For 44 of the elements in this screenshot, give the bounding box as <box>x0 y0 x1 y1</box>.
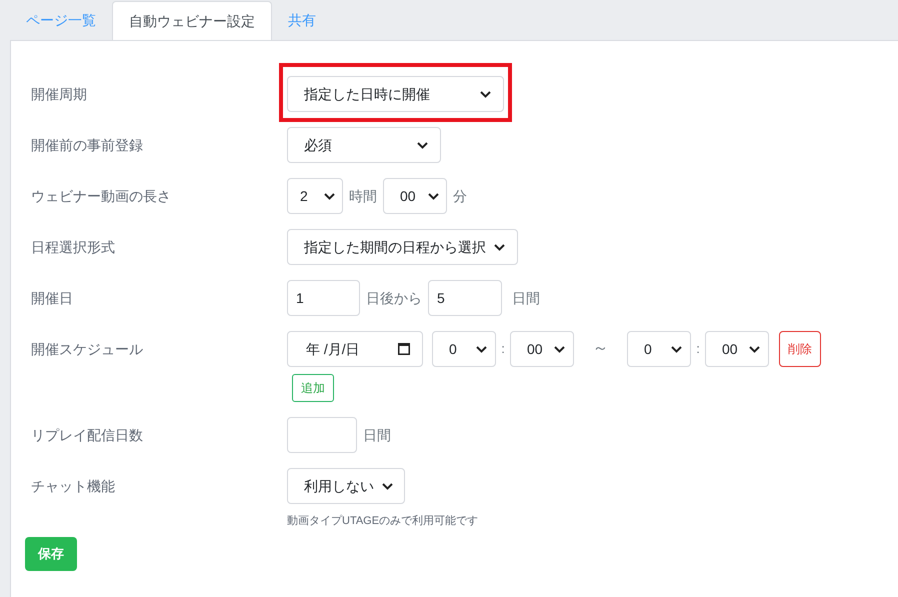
select-field[interactable]: 0 <box>432 331 496 367</box>
unit-label: 日間 <box>363 426 391 444</box>
select-field[interactable]: 2 <box>287 178 343 214</box>
unit-label: 日後から <box>366 288 422 308</box>
field-label: チャット機能 <box>31 476 116 496</box>
help-text: 動画タイプUTAGEのみで利用可能です <box>287 514 478 529</box>
select-field[interactable]: 0 <box>627 331 691 367</box>
chevron-down-icon <box>480 90 491 98</box>
select-field[interactable]: 00 <box>383 178 447 214</box>
chevron-down-icon <box>476 346 487 352</box>
input-field[interactable]: 5 <box>428 280 502 316</box>
field-label: 開催周期 <box>31 84 88 104</box>
input-field[interactable]: 1 <box>287 280 360 316</box>
chevron-down-icon <box>494 244 505 250</box>
field-label: リプレイ配信日数 <box>31 426 144 444</box>
select-field[interactable]: 指定した期間の日程から選択 <box>287 229 518 265</box>
select-field[interactable]: 指定した日時に開催 <box>287 76 504 112</box>
chevron-down-icon <box>428 192 439 200</box>
delete-button[interactable]: 削除 <box>779 331 821 367</box>
chevron-down-icon <box>749 346 760 352</box>
select-field[interactable]: 00 <box>510 331 574 367</box>
field-label: 開催スケジュール <box>31 340 144 358</box>
select-field[interactable]: 00 <box>705 331 769 367</box>
range-separator: ～ <box>592 339 610 359</box>
colon-separator: : <box>695 340 701 358</box>
unit-label: 時間 <box>349 186 377 206</box>
chevron-down-icon <box>324 192 335 200</box>
field-label: ウェビナー動画の長さ <box>31 186 172 206</box>
date-field[interactable]: 年 /月/日 <box>287 331 423 367</box>
calendar-icon[interactable] <box>398 343 410 355</box>
colon-separator: : <box>500 340 506 358</box>
select-field[interactable]: 必須 <box>287 127 441 163</box>
field-label: 日程選択形式 <box>31 238 116 256</box>
select-field[interactable]: 利用しない <box>287 468 405 504</box>
chevron-down-icon <box>671 346 682 352</box>
field-label: 開催前の事前登録 <box>31 136 144 154</box>
unit-label: 分 <box>453 186 467 206</box>
input-field[interactable] <box>287 417 357 453</box>
unit-label: 日間 <box>512 288 540 308</box>
chevron-down-icon <box>554 346 565 352</box>
chevron-down-icon <box>382 482 393 490</box>
tab[interactable]: 自動ウェビナー設定 <box>112 1 272 41</box>
field-label: 開催日 <box>31 288 74 308</box>
chevron-down-icon <box>417 142 428 148</box>
